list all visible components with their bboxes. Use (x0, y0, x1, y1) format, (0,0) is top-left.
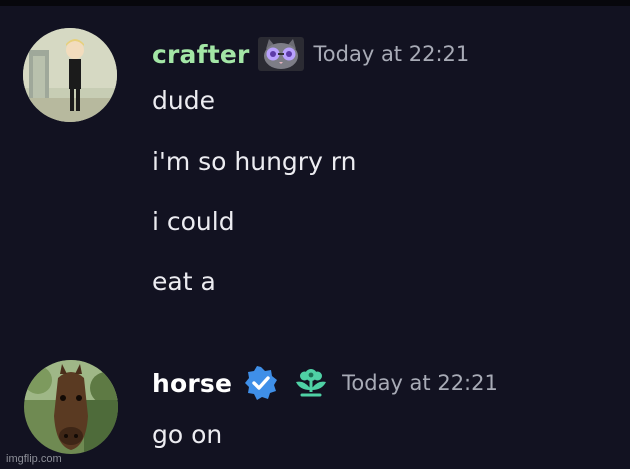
message-text: go on (152, 420, 223, 449)
avatar[interactable] (23, 28, 117, 122)
message-text: i'm so hungry rn (152, 147, 357, 176)
message-header: horse Today at 22:21 (152, 366, 498, 400)
watermark: imgflip.com (6, 453, 62, 465)
username[interactable]: horse (152, 369, 232, 398)
timestamp: Today at 22:21 (342, 371, 498, 395)
avatar[interactable] (24, 360, 118, 454)
verified-check-icon (244, 366, 278, 400)
cat-sunglasses-icon (257, 37, 304, 71)
message-text: i could (152, 207, 235, 236)
username[interactable]: crafter (152, 40, 250, 69)
message-text: dude (152, 86, 215, 115)
message-text: eat a (152, 267, 216, 296)
message-group-crafter: crafter Today at 22:21 dude i'm so hungr… (0, 0, 630, 330)
timestamp: Today at 22:21 (313, 42, 470, 66)
message-header: crafter Today at 22:21 (152, 37, 469, 71)
flower-badge-icon (292, 366, 330, 400)
message-group-horse: horse Today at 22:21 go on (0, 340, 630, 469)
avatar-image-cartoon-character (23, 28, 117, 122)
avatar-image-horse (24, 360, 118, 454)
